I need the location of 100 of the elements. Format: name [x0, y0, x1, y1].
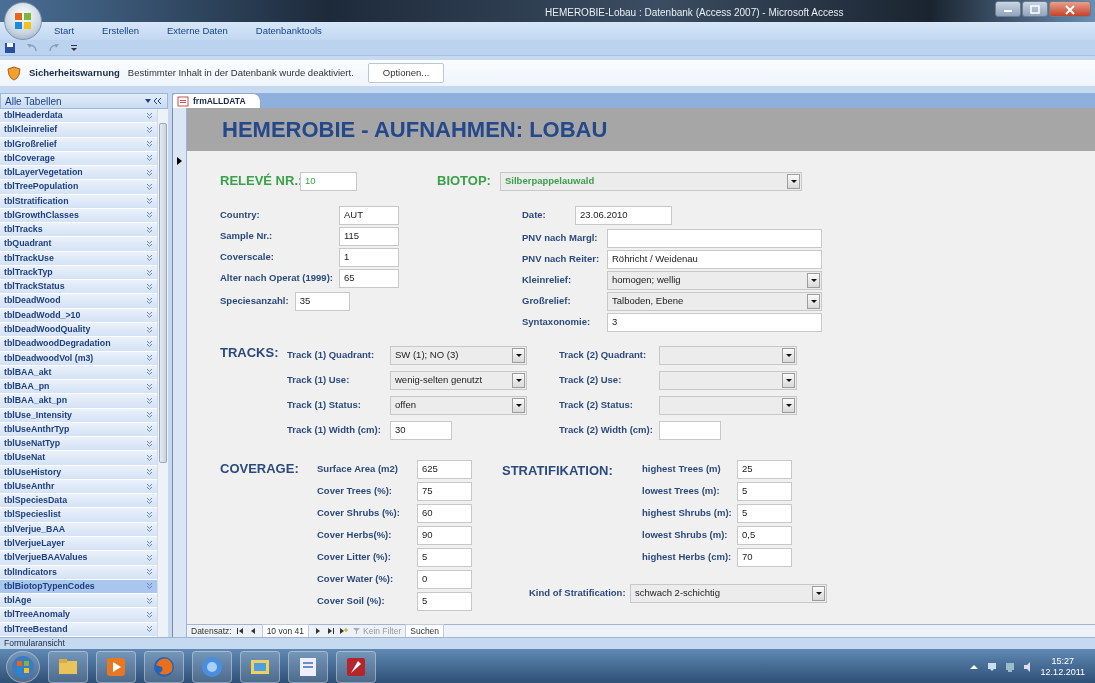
first-record-button[interactable]	[235, 627, 245, 635]
dropdown-icon[interactable]	[144, 97, 152, 105]
dropdown-button[interactable]	[782, 397, 795, 413]
table-item[interactable]: tblDeadwoodDegradation	[0, 337, 157, 352]
taskbar-button[interactable]	[96, 650, 136, 683]
text-field[interactable]: 23.06.2010	[575, 205, 672, 225]
table-item[interactable]: tblSpeciesData	[0, 494, 157, 509]
next-record-button[interactable]	[313, 627, 322, 635]
dropdown-button[interactable]	[512, 347, 525, 363]
dropdown-button[interactable]	[512, 372, 525, 388]
taskbar-button[interactable]	[144, 650, 184, 683]
ribbon-tab[interactable]: Externe Daten	[165, 23, 230, 39]
record-position-field[interactable]: 10 von 41	[261, 623, 309, 637]
text-field[interactable]: 5	[417, 548, 472, 567]
table-item[interactable]: tblLayerVegetation	[0, 166, 157, 181]
field-label: highest Trees (m)	[642, 462, 722, 477]
text-field[interactable]: 0,5	[737, 526, 792, 545]
volume-icon[interactable]	[1022, 660, 1033, 673]
taskbar-button[interactable]	[336, 650, 376, 683]
text-field[interactable]: Röhricht / Weidenau	[607, 249, 822, 269]
table-item[interactable]: tblBAA_pn	[0, 380, 157, 395]
table-item[interactable]: tblSpecieslist	[0, 508, 157, 523]
clock-date[interactable]: 12.12.2011	[1040, 666, 1085, 678]
customize-icon[interactable]	[70, 42, 78, 53]
text-field[interactable]: 5	[737, 482, 792, 501]
table-item[interactable]: tblHeaderdata	[0, 109, 157, 124]
new-record-button[interactable]	[339, 627, 348, 635]
text-field[interactable]: 65	[339, 268, 399, 288]
clock-time[interactable]: 15:27	[1051, 655, 1075, 667]
dropdown-button[interactable]	[812, 586, 825, 601]
text-field[interactable]: 90	[417, 526, 472, 545]
options-button[interactable]: Optionen...	[367, 62, 445, 84]
maximize-icon	[1029, 5, 1041, 16]
ribbon-tab[interactable]: Start	[52, 23, 77, 39]
office-button[interactable]	[4, 2, 42, 40]
close-button[interactable]	[1049, 1, 1091, 17]
show-hidden-icon[interactable]	[968, 662, 979, 671]
table-item[interactable]: tblTreeAnomaly	[0, 608, 157, 623]
text-field[interactable]: AUT	[339, 205, 399, 225]
ribbon-tab[interactable]: Datenbanktools	[253, 23, 324, 39]
text-field[interactable]: 3	[607, 312, 822, 332]
taskbar-button[interactable]	[192, 650, 232, 683]
combo-box[interactable]: offen	[390, 395, 527, 415]
text-field[interactable]: 5	[737, 504, 792, 523]
dropdown-button[interactable]	[512, 397, 525, 413]
collapse-icon[interactable]	[152, 97, 164, 105]
table-item[interactable]: tblUseNatTyp	[0, 437, 157, 452]
chevron-icon	[146, 297, 153, 306]
document-tab[interactable]: frmALLDATA	[172, 93, 261, 108]
table-item[interactable]: tblKleinrelief	[0, 123, 157, 138]
text-field[interactable]: 115	[339, 226, 399, 246]
text-field[interactable]: 25	[737, 460, 792, 479]
network-icon[interactable]	[1004, 661, 1015, 672]
search-field[interactable]: Suchen	[405, 623, 445, 637]
dropdown-button[interactable]	[782, 372, 795, 388]
taskbar-button[interactable]	[288, 650, 328, 683]
text-field[interactable]: 0	[417, 570, 472, 589]
text-field[interactable]	[607, 228, 822, 248]
last-record-button[interactable]	[326, 627, 335, 635]
text-field[interactable]: 70	[737, 548, 792, 567]
text-field[interactable]: 1	[339, 247, 399, 267]
chevron-icon	[146, 468, 153, 477]
text-field[interactable]	[659, 420, 721, 440]
chevron-icon	[146, 225, 153, 234]
dropdown-button[interactable]	[807, 293, 820, 309]
save-icon[interactable]	[4, 41, 16, 54]
start-button[interactable]	[6, 650, 40, 683]
text-field[interactable]: 75	[417, 482, 472, 501]
text-field[interactable]: 625	[417, 460, 472, 479]
combo-box[interactable]: Talboden, Ebene	[607, 291, 822, 311]
text-field[interactable]: 10	[300, 171, 357, 191]
table-item[interactable]: tblUseNat	[0, 451, 157, 466]
dropdown-button[interactable]	[807, 272, 820, 288]
window-title: HEMEROBIE-Lobau : Datenbank (Access 2007) - Microsoft Access	[545, 6, 844, 20]
text-field[interactable]: 60	[417, 504, 472, 523]
table-item[interactable]: tblVerjueBAAValues	[0, 551, 157, 566]
table-item[interactable]: tblBAA_akt_pn	[0, 394, 157, 409]
text-field[interactable]: 5	[417, 592, 472, 611]
text-field[interactable]: 30	[390, 420, 452, 440]
combo-box[interactable]: schwach 2-schichtig	[630, 584, 827, 603]
table-item[interactable]: tblTracks	[0, 223, 157, 238]
combo-box[interactable]: wenig-selten genutzt	[390, 370, 527, 390]
combo-box[interactable]: SW (1); NO (3)	[390, 345, 527, 365]
scrollbar[interactable]	[157, 109, 168, 637]
table-item[interactable]: tblAge	[0, 594, 157, 609]
dropdown-button[interactable]	[787, 173, 800, 189]
taskbar-button[interactable]	[48, 650, 88, 683]
dropdown-button[interactable]	[782, 347, 795, 363]
table-item[interactable]: tblDeadWood	[0, 294, 157, 309]
table-item[interactable]: tblTreePopulation	[0, 180, 157, 195]
ribbon-tab[interactable]: Erstellen	[100, 23, 142, 39]
table-item[interactable]: tbQuadrant	[0, 237, 157, 252]
chevron-icon	[146, 368, 153, 377]
text-field[interactable]: 35	[294, 291, 350, 311]
combo-box[interactable]: homogen; wellig	[607, 270, 822, 290]
taskbar-button[interactable]	[240, 650, 280, 683]
maximize-button[interactable]	[1022, 1, 1048, 17]
minimize-button[interactable]	[995, 1, 1021, 17]
table-item[interactable]: tblTrackStatus	[0, 280, 157, 295]
close-icon	[1064, 5, 1076, 16]
